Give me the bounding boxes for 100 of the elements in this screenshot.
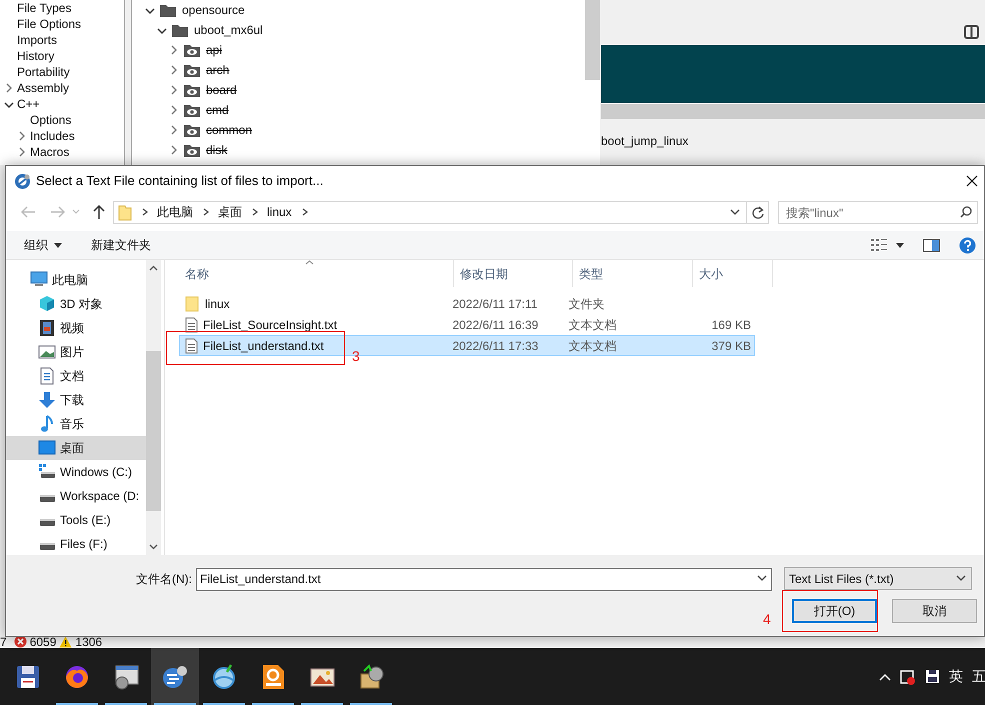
file-type: 文件夹	[568, 296, 604, 310]
language-indicator[interactable]: 英	[949, 666, 963, 687]
settings-item[interactable]: Macros	[28, 143, 70, 161]
down-arrow-icon	[38, 391, 56, 409]
split-view-icon[interactable]	[964, 25, 979, 39]
scrollbar[interactable]	[146, 260, 161, 555]
chevron-right-icon[interactable]	[169, 84, 179, 96]
tree-item[interactable]: uboot_mx6ul	[194, 21, 263, 39]
column-header[interactable]: 大小	[693, 260, 773, 287]
nav-item[interactable]: 此电脑	[6, 268, 146, 292]
tree-item[interactable]: common	[206, 121, 252, 139]
chevron-right-icon[interactable]	[169, 124, 179, 136]
breadcrumb-item[interactable]: linux	[267, 203, 292, 221]
desktop-icon	[38, 439, 56, 457]
chevron-right-icon[interactable]	[17, 146, 27, 158]
drive-icon	[40, 543, 55, 550]
folder-icon	[118, 204, 132, 220]
folder-eye-icon	[184, 122, 200, 138]
modified-date: 2022/6/11 16:39	[452, 318, 538, 332]
cancel-button[interactable]: 取消	[892, 599, 977, 623]
file-type-dropdown[interactable]: Text List Files (*.txt)	[784, 567, 972, 590]
sort-caret-icon	[305, 260, 314, 265]
caret-down-icon	[896, 242, 904, 248]
scrollbar-thumb[interactable]	[146, 351, 161, 511]
chevron-right-icon[interactable]	[141, 207, 149, 217]
nav-item[interactable]: 下载	[6, 388, 146, 412]
app-badge-icon[interactable]	[900, 668, 916, 684]
chevron-right-icon[interactable]	[169, 104, 179, 116]
filename-field[interactable]: FileList_understand.txt	[196, 568, 772, 590]
settings-item[interactable]: Imports	[15, 31, 58, 49]
settings-item[interactable]: C++	[15, 95, 40, 113]
document-icon	[38, 367, 56, 385]
file-row[interactable]: FileList_SourceInsight.txt 2022/6/11 16:39 文本文档 169 KB	[179, 314, 755, 335]
view-menu[interactable]	[871, 239, 904, 251]
file-row[interactable]: linux 2022/6/11 17:11 文件夹	[179, 293, 755, 314]
nav-item[interactable]: 文档	[6, 364, 146, 388]
warning-count: 1306	[75, 636, 102, 648]
file-name: linux	[205, 296, 230, 312]
column-header[interactable]: 修改日期	[454, 260, 573, 287]
nav-item[interactable]: Workspace (D:	[6, 484, 146, 508]
caret-down-icon	[149, 544, 158, 550]
file-type: 文本文档	[568, 338, 616, 352]
tree-item[interactable]: arch	[206, 61, 230, 79]
column-header[interactable]: 类型	[573, 260, 693, 287]
nav-item[interactable]: 3D 对象	[6, 292, 146, 316]
up-arrow-icon[interactable]	[92, 204, 106, 220]
nav-item[interactable]: 视频	[6, 316, 146, 340]
breadcrumb-item[interactable]: 桌面	[218, 203, 242, 221]
folder-eye-icon	[184, 102, 200, 118]
search-field[interactable]: 搜索"linux"	[778, 201, 978, 224]
caret-up-icon	[149, 265, 158, 271]
tree-item[interactable]: api	[206, 41, 222, 59]
nav-item[interactable]: 桌面	[6, 436, 146, 460]
nav-item[interactable]: Tools (E:)	[6, 508, 146, 532]
settings-item[interactable]: Portability	[15, 63, 70, 81]
preview-pane-icon[interactable]	[923, 238, 940, 252]
caret-down-icon[interactable]	[757, 575, 767, 582]
new-folder-button[interactable]: 新建文件夹	[91, 236, 151, 254]
file-name: FileList_understand.txt	[203, 338, 324, 354]
caret-down-icon	[54, 242, 62, 248]
column-header[interactable]: 名称	[179, 260, 454, 287]
settings-item[interactable]: File Options	[15, 15, 82, 33]
settings-item[interactable]: File Types	[15, 0, 72, 17]
close-icon	[966, 175, 978, 187]
monitor-icon	[30, 271, 48, 289]
caret-down-icon[interactable]	[730, 208, 740, 216]
tree-item[interactable]: opensource	[182, 1, 245, 19]
chevron-right-icon[interactable]	[169, 44, 179, 56]
scrollbar-thumb[interactable]	[585, 0, 600, 80]
chevron-right-icon[interactable]	[251, 207, 259, 217]
drive-icon	[40, 519, 55, 526]
taskbar-button[interactable]	[151, 648, 199, 705]
nav-item[interactable]: 图片	[6, 340, 146, 364]
nav-item[interactable]: Files (F:)	[6, 532, 146, 555]
help-icon[interactable]	[959, 236, 976, 254]
breadcrumb-item[interactable]: 此电脑	[157, 203, 193, 221]
chevron-right-icon[interactable]	[202, 207, 210, 217]
tree-item[interactable]: board	[206, 81, 237, 99]
tree-item[interactable]: cmd	[206, 101, 229, 119]
drive-icon	[38, 463, 56, 481]
nav-item[interactable]: 音乐	[6, 412, 146, 436]
chevron-right-icon[interactable]	[17, 130, 27, 142]
chevron-right-icon[interactable]	[300, 207, 309, 217]
file-name: FileList_SourceInsight.txt	[203, 316, 338, 334]
chevron-right-icon[interactable]	[169, 64, 179, 76]
column-number: 7	[0, 636, 7, 648]
organize-menu[interactable]: 组织	[24, 236, 62, 254]
chevron-right-icon[interactable]	[169, 144, 179, 156]
function-name: boot_jump_linux	[601, 134, 688, 148]
chevron-up-icon[interactable]	[879, 672, 891, 680]
search-icon	[960, 206, 972, 218]
nav-item[interactable]: Windows (C:)	[6, 460, 146, 484]
chevron-right-icon[interactable]	[4, 82, 14, 94]
settings-item[interactable]: Includes	[28, 127, 75, 145]
address-bar[interactable]: 此电脑 桌面 linux	[113, 200, 769, 224]
settings-item[interactable]: History	[15, 47, 54, 65]
open-button[interactable]: 打开(O)	[792, 599, 877, 623]
settings-item[interactable]: Assembly	[15, 79, 70, 97]
tree-item[interactable]: disk	[206, 141, 228, 159]
settings-item[interactable]: Options	[28, 111, 72, 129]
